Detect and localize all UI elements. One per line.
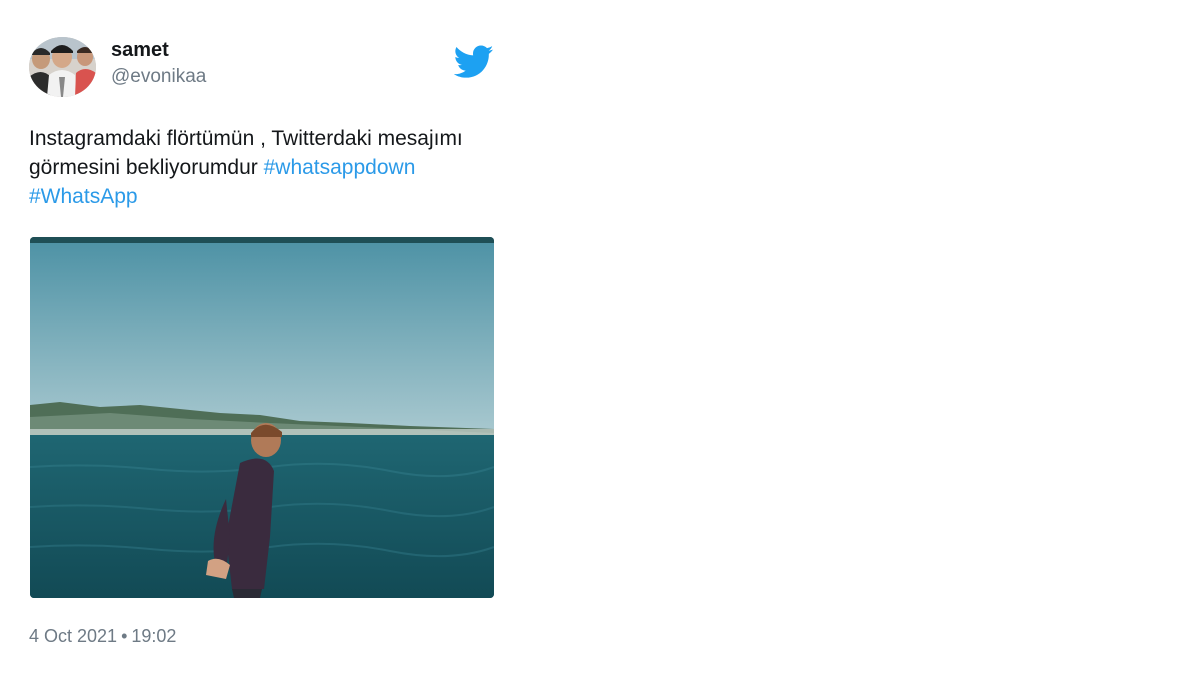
timestamp-separator: • xyxy=(121,626,128,646)
tweet-media-image[interactable] xyxy=(30,237,494,598)
twitter-bird-icon[interactable] xyxy=(453,45,494,79)
user-avatar[interactable] xyxy=(29,37,96,97)
timestamp-date: 4 Oct 2021 xyxy=(29,626,118,646)
display-name[interactable]: samet xyxy=(111,39,169,62)
user-handle[interactable]: @evonikaa xyxy=(111,66,206,88)
tweet-card: samet @evonikaa Instagramdaki flörtümün … xyxy=(0,0,1200,675)
hashtag-link[interactable]: #WhatsApp xyxy=(29,185,138,208)
hashtag-link[interactable]: #whatsappdown xyxy=(264,156,416,179)
tweet-timestamp[interactable]: 4 Oct 2021 • 19:02 xyxy=(29,626,176,647)
timestamp-time: 19:02 xyxy=(131,626,177,646)
tweet-text: Instagramdaki flörtümün , Twitterdaki me… xyxy=(29,124,509,211)
